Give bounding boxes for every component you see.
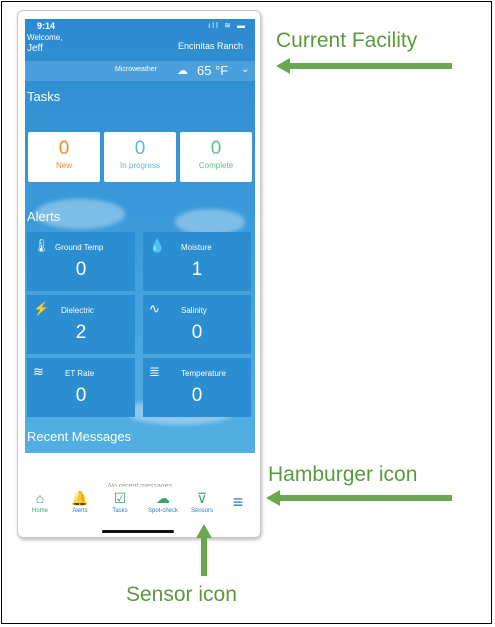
temperature-icon: ≣ xyxy=(149,364,160,379)
nav-label: Spot-check xyxy=(147,508,178,514)
sensor-icon: ⊽ xyxy=(196,490,208,506)
hamburger-icon[interactable]: ≡ xyxy=(223,493,253,511)
cloud-icon: ☁ xyxy=(177,65,188,77)
annotation-sensor: Sensor icon xyxy=(126,583,237,606)
lightning-icon: ⚡ xyxy=(33,301,50,316)
task-complete[interactable]: 0 Complete xyxy=(180,132,252,182)
bell-icon: 🔔 xyxy=(71,490,89,506)
task-label: New xyxy=(55,161,72,170)
task-count: 0 xyxy=(134,138,146,159)
nav-label: Sensors xyxy=(190,508,213,514)
moisture-icon: 💧 xyxy=(149,238,166,253)
tasks-title: Tasks xyxy=(27,89,61,104)
alert-value: 2 xyxy=(75,322,87,343)
chevron-down-icon[interactable]: ⌄ xyxy=(241,64,249,75)
alert-ground-temp[interactable]: 🌡 Ground Temp 0 xyxy=(27,232,135,291)
tasks-icon: ☑ xyxy=(113,490,127,506)
home-indicator xyxy=(102,530,174,533)
alert-value: 0 xyxy=(191,322,203,343)
arrow-hamburger-shaft xyxy=(280,495,452,501)
status-icons: ıll ≋ ▬ xyxy=(208,21,247,30)
alert-temperature[interactable]: ≣ Temperature 0 xyxy=(143,358,251,417)
phone-screenshot: 9:14 ıll ≋ ▬ Welcome, Jeff Encinitas Ran… xyxy=(17,10,261,538)
user-name: Jeff xyxy=(27,43,43,54)
microweather-label: Microweather xyxy=(115,66,158,73)
alert-label: Dielectric xyxy=(61,306,94,315)
alert-moisture[interactable]: 💧 Moisture 1 xyxy=(143,232,251,291)
task-label: In progress xyxy=(119,161,161,170)
recent-messages-title: Recent Messages xyxy=(27,429,132,444)
task-new[interactable]: 0 New xyxy=(28,132,100,182)
spot-check-icon: ☁ xyxy=(156,490,170,506)
home-icon: ⌂ xyxy=(35,490,45,506)
weather-bar[interactable]: Microweather ☁ 65 °F ⌄ xyxy=(25,61,255,81)
alert-value: 0 xyxy=(75,259,87,280)
alert-label: Temperature xyxy=(181,369,226,378)
app-screen: 9:14 ıll ≋ ▬ Welcome, Jeff Encinitas Ran… xyxy=(25,19,255,497)
alert-salinity[interactable]: ∿ Salinity 0 xyxy=(143,295,251,354)
alert-value: 1 xyxy=(191,259,203,280)
heat-icon: ≋ xyxy=(33,364,44,379)
nav-home[interactable]: ⌂ Home xyxy=(25,490,55,515)
annotation-current-facility: Current Facility xyxy=(276,29,418,52)
alert-label: Ground Temp xyxy=(55,243,104,252)
nav-label: Tasks xyxy=(112,508,128,514)
task-count: 0 xyxy=(58,138,70,159)
arrow-sensor-shaft xyxy=(201,538,207,576)
welcome-label: Welcome, xyxy=(27,33,63,42)
status-bar: 9:14 ıll ≋ ▬ xyxy=(25,19,255,33)
alert-value: 0 xyxy=(75,385,87,406)
alerts-title: Alerts xyxy=(27,209,61,224)
arrow-facility-head xyxy=(276,58,290,74)
nav-alerts[interactable]: 🔔 Alerts xyxy=(65,490,95,515)
alert-label: Salinity xyxy=(181,306,207,315)
salinity-icon: ∿ xyxy=(149,301,160,316)
annotation-hamburger: Hamburger icon xyxy=(268,463,418,486)
alert-dielectric[interactable]: ⚡ Dielectric 2 xyxy=(27,295,135,354)
alert-value: 0 xyxy=(191,385,203,406)
nav-menu[interactable]: ≡ xyxy=(223,493,253,511)
task-in-progress[interactable]: 0 In progress xyxy=(104,132,176,182)
nav-tasks[interactable]: ☑ Tasks xyxy=(105,490,135,515)
arrow-hamburger-head xyxy=(266,490,280,506)
nav-label: Alerts xyxy=(72,508,88,514)
arrow-facility-shaft xyxy=(290,63,452,69)
alert-et-rate[interactable]: ≋ ET Rate 0 xyxy=(27,358,135,417)
arrow-sensor-head xyxy=(196,524,212,538)
temperature-value: 65 °F xyxy=(197,63,229,78)
nav-spot-check[interactable]: ☁ Spot-check xyxy=(141,490,185,515)
alert-label: Moisture xyxy=(181,243,212,252)
task-label: Complete xyxy=(198,161,234,170)
task-count: 0 xyxy=(210,138,222,159)
bottom-nav: ⌂ Home 🔔 Alerts ☑ Tasks ☁ Spot-check ⊽ S… xyxy=(25,487,255,523)
thermometer-icon: 🌡 xyxy=(33,238,50,253)
alert-label: ET Rate xyxy=(65,369,95,378)
nav-label: Home xyxy=(31,508,48,514)
status-time: 9:14 xyxy=(37,21,56,31)
current-facility[interactable]: Encinitas Ranch xyxy=(178,41,243,51)
nav-sensors[interactable]: ⊽ Sensors xyxy=(187,490,217,515)
